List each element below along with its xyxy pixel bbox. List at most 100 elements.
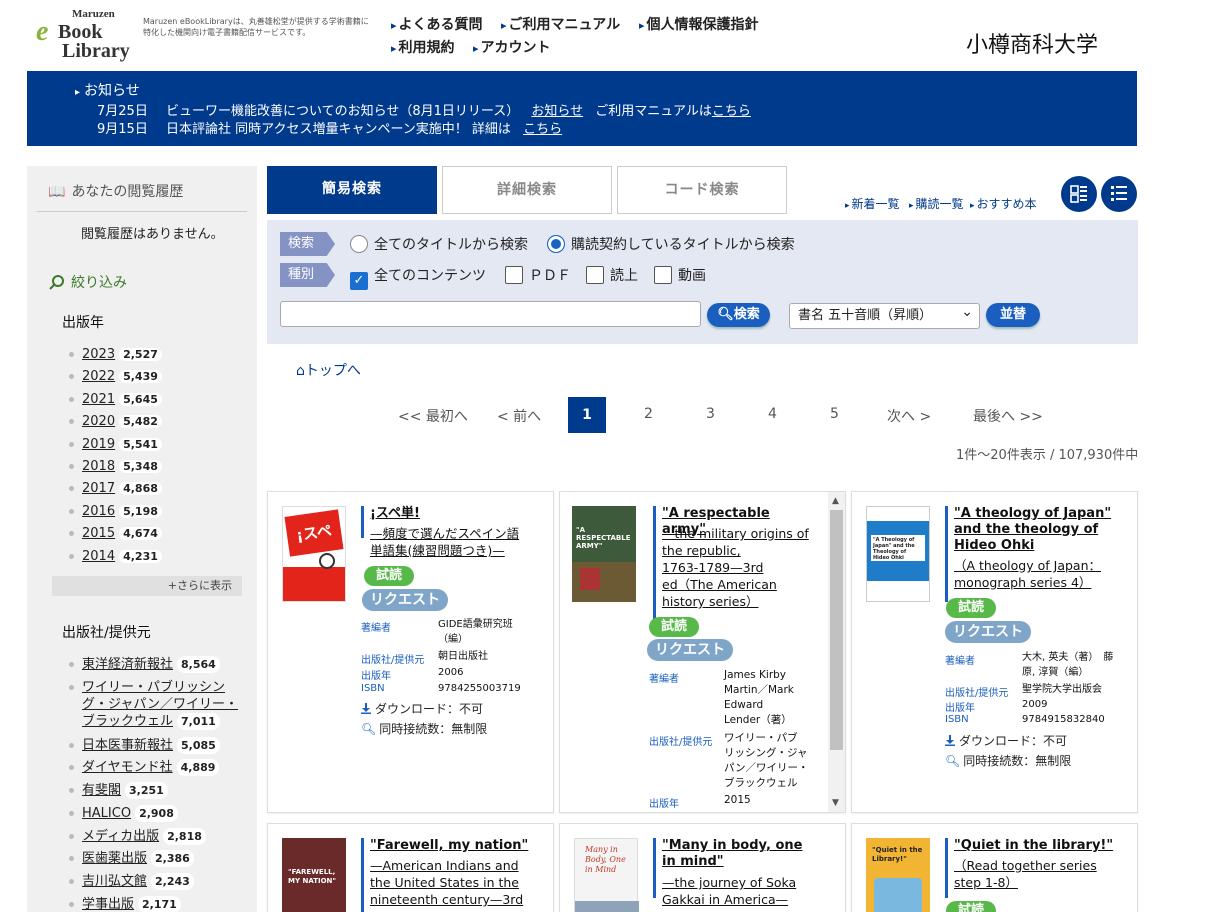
book-subtitle-line[interactable]: nineteenth century—3rd	[370, 891, 542, 908]
book-subtitle-line[interactable]: step 1-8）	[954, 874, 1126, 891]
year-filter-label[interactable]: 2019	[82, 437, 115, 452]
publisher-filter-label[interactable]: 東洋経済新報社	[82, 657, 173, 672]
publisher-filter-item[interactable]: 吉川弘文館 2,243	[69, 872, 194, 890]
year-filter-label[interactable]: 2018	[82, 459, 115, 474]
show-more-button[interactable]: +さらに表示	[52, 576, 242, 596]
year-filter-label[interactable]: 2020	[82, 414, 115, 429]
grid-view-icon[interactable]	[1061, 176, 1097, 212]
publisher-filter-label[interactable]: ワイリー・パブリッシン	[82, 680, 225, 695]
type-all-checkbox[interactable]: ✓ 全てのコンテンツ	[350, 265, 486, 290]
manual-link[interactable]: こちら	[712, 104, 751, 119]
book-title[interactable]: "A theology of Japan" and the theology o…	[954, 506, 1114, 554]
maruzen-ebook-library-logo[interactable]: Maruzen e Book Library	[36, 8, 132, 64]
page-last[interactable]: 最後へ >>	[973, 406, 1043, 426]
new-arrivals-link[interactable]: 新着一覧	[845, 195, 900, 212]
year-filter-item[interactable]: 2019 5,541	[69, 437, 162, 452]
year-filter-label[interactable]: 2022	[82, 369, 115, 384]
page-number[interactable]: 3	[706, 406, 715, 422]
type-video-checkbox[interactable]: 動画	[654, 265, 706, 285]
book-title[interactable]: ¡スペ単!	[370, 506, 542, 522]
page-prev[interactable]: < 前へ	[497, 406, 541, 426]
book-cover[interactable]: "FAREWELL, MY NATION"	[282, 838, 346, 912]
book-subtitle-line[interactable]: —the journey of Soka	[662, 874, 822, 891]
scroll-up-icon[interactable]: ▲	[832, 496, 839, 506]
page-current[interactable]: 1	[568, 397, 606, 433]
book-subtitle-line[interactable]: Gakkai in America—	[662, 891, 822, 908]
year-filter-label[interactable]: 2016	[82, 504, 115, 519]
book-cover[interactable]: "Quiet in the Library!"	[866, 838, 930, 912]
trial-button[interactable]: 試読	[364, 566, 414, 586]
publisher-filter-label[interactable]: ブラックウェル	[82, 714, 173, 729]
type-readaloud-checkbox[interactable]: 読上	[586, 265, 638, 285]
book-subtitle-line[interactable]: history series）	[662, 593, 817, 610]
top-link[interactable]: ⌂トップへ	[296, 360, 361, 380]
trial-button[interactable]: 試読	[649, 617, 699, 637]
publisher-filter-label[interactable]: メディカ出版	[82, 829, 159, 844]
book-subtitle-line[interactable]: 単語集(練習問題つき)—	[370, 542, 542, 559]
publisher-filter-item[interactable]: 東洋経済新報社 8,564	[69, 656, 220, 673]
nav-privacy[interactable]: 個人情報保護指針	[639, 14, 759, 34]
sort-button[interactable]: 並替	[986, 303, 1040, 327]
year-filter-item[interactable]: 2014 4,231	[69, 549, 162, 564]
publisher-filter-label[interactable]: 学事出版	[82, 897, 134, 912]
book-title[interactable]: "Quiet in the library!"	[954, 838, 1126, 854]
publisher-filter-item[interactable]: ダイヤモンド社 4,889	[69, 759, 220, 777]
list-view-icon[interactable]	[1101, 176, 1137, 212]
book-cover[interactable]: Many in Body, One in Mind	[574, 838, 639, 912]
recommended-link[interactable]: おすすめ本	[970, 195, 1037, 212]
publisher-filter-label[interactable]: ダイヤモンド社	[82, 760, 173, 775]
publisher-filter-item[interactable]: 有斐閣 3,251	[69, 782, 168, 800]
year-filter-item[interactable]: 2022 5,439	[69, 369, 162, 384]
search-button[interactable]: 🔍︎検索	[707, 303, 770, 327]
publisher-filter-item[interactable]: 学事出版 2,171	[69, 895, 181, 912]
scroll-thumb[interactable]	[830, 510, 843, 750]
publisher-filter-label[interactable]: 日本医事新報社	[82, 738, 173, 753]
request-button[interactable]: リクエスト	[362, 589, 448, 611]
year-filter-item[interactable]: 2023 2,527	[69, 347, 162, 362]
nav-manual[interactable]: ご利用マニュアル	[501, 14, 621, 34]
scope-all-radio[interactable]: 全てのタイトルから検索	[350, 234, 528, 254]
publisher-filter-label[interactable]: HALICO	[82, 806, 131, 821]
book-subtitle-line[interactable]: 1763-1789—3rd	[662, 559, 817, 576]
publisher-filter-label[interactable]: 吉川弘文館	[82, 874, 147, 889]
book-subtitle-line[interactable]: —頻度で選んだスペイン語	[370, 525, 542, 542]
year-filter-item[interactable]: 2015 4,674	[69, 526, 162, 541]
publisher-filter-item[interactable]: HALICO 2,908	[69, 804, 178, 822]
book-title[interactable]: "Farewell, my nation"	[370, 838, 542, 854]
tab-simple-search[interactable]: 簡易検索	[267, 166, 437, 214]
nav-account[interactable]: アカウント	[473, 37, 551, 57]
year-filter-label[interactable]: 2021	[82, 392, 115, 407]
publisher-filter-label[interactable]: 医歯薬出版	[82, 851, 147, 866]
request-button[interactable]: リクエスト	[647, 639, 733, 661]
scroll-down-icon[interactable]: ▼	[832, 798, 839, 808]
page-first[interactable]: << 最初へ	[398, 406, 468, 426]
year-filter-item[interactable]: 2021 5,645	[69, 392, 162, 407]
page-number[interactable]: 4	[768, 406, 777, 422]
sort-select[interactable]: 書名 五十音順（昇順）	[789, 300, 980, 329]
page-number[interactable]: 2	[644, 406, 653, 422]
year-filter-item[interactable]: 2020 5,482	[69, 414, 162, 429]
book-subtitle-line[interactable]: （A theology of Japan：	[954, 557, 1114, 574]
book-subtitle-line[interactable]: the United States in the	[370, 874, 542, 891]
book-subtitle-line[interactable]: —American Indians and	[370, 857, 542, 874]
year-filter-item[interactable]: 2016 5,198	[69, 504, 162, 519]
book-cover[interactable]: "A RESPECTABLE ARMY"	[572, 506, 636, 602]
book-cover[interactable]: ¡スペ単!	[282, 506, 346, 602]
page-number[interactable]: 5	[830, 406, 839, 422]
year-filter-label[interactable]: 2015	[82, 526, 115, 541]
scope-subscribed-radio[interactable]: 購読契約しているタイトルから検索	[547, 234, 795, 254]
trial-button[interactable]: 試読	[946, 598, 996, 618]
publisher-filter-label[interactable]: グ・ジャパン／ワイリー・	[82, 697, 238, 712]
type-pdf-checkbox[interactable]: ＰＤＦ	[505, 265, 571, 285]
publisher-filter-item[interactable]: 医歯薬出版 2,386	[69, 850, 194, 868]
notice-link[interactable]: お知らせ	[531, 104, 583, 119]
subscription-list-link[interactable]: 購読一覧	[909, 195, 964, 212]
tab-advanced-search[interactable]: 詳細検索	[442, 166, 612, 214]
card-scrollbar[interactable]: ▲ ▼	[828, 492, 845, 812]
publisher-filter-label[interactable]: 有斐閣	[82, 783, 121, 798]
trial-button[interactable]: 試読	[946, 901, 996, 912]
tab-code-search[interactable]: コード検索	[617, 166, 787, 214]
nav-terms[interactable]: 利用規約	[391, 37, 455, 57]
book-subtitle-line[interactable]: monograph series 4）	[954, 574, 1114, 591]
book-subtitle-line[interactable]: ed（The American	[662, 576, 817, 593]
